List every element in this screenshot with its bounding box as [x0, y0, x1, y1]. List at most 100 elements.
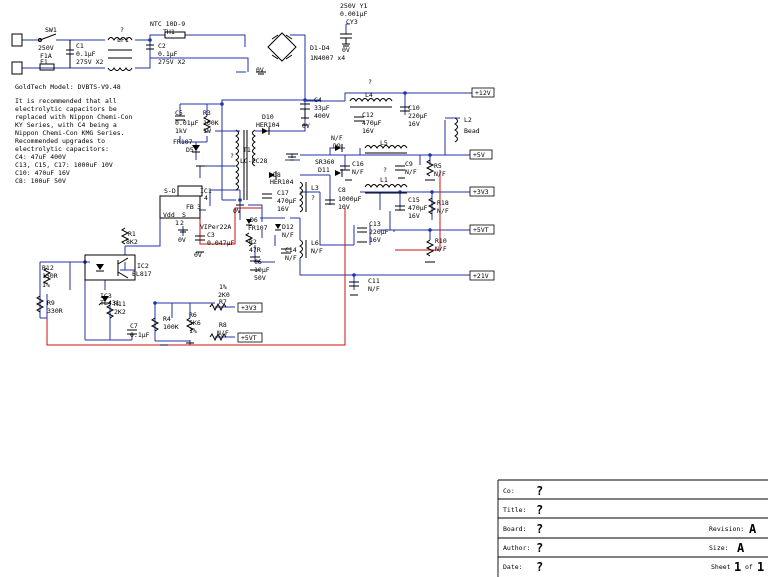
fb-5vt-label: +5VT [241, 334, 257, 342]
title-block: Co: ? Title: ? Board: ? Revision: A Auth… [497, 479, 768, 577]
c2-val-label: 0.1µF [158, 50, 178, 58]
zero-v-y-label: 0V [342, 46, 350, 54]
c6-label: C6 [254, 258, 262, 266]
r18-label: R18 [437, 199, 449, 207]
r7-label: R7 [219, 298, 227, 306]
note-line: electrolytic capacitors: [15, 145, 109, 153]
l1-label: L1 [380, 176, 388, 184]
co-label: Co: [503, 487, 515, 495]
title-label: Title: [503, 506, 526, 514]
revision-value: A [749, 522, 757, 536]
r12-label: R12 [42, 264, 54, 272]
capacitor-c17 [262, 193, 272, 199]
c2-label: C2 [158, 42, 166, 50]
c9-label: C9 [405, 160, 413, 168]
rail-p5vt: +5VT [469, 224, 495, 235]
l6-val-label: N/F [311, 247, 323, 255]
note-line: KY Series, with C4 being a [15, 121, 117, 129]
r2-label: R2 [249, 238, 257, 246]
c15-v-label: 16V [408, 212, 420, 220]
r3-w-label: 1W [203, 127, 211, 135]
c13-v-label: 16V [369, 236, 381, 244]
d6-part-label: FR107 [248, 224, 268, 232]
component-labels: SW1 250V F1A F1 C1 0.1µF 275V X2 LF1 ? N… [38, 2, 480, 339]
c4-label: C4 [314, 96, 322, 104]
c16-val-label: N/F [352, 168, 364, 176]
c6-val-label: 10µF [254, 266, 270, 274]
r12-val-label: 150R [42, 272, 58, 280]
c8-label: C8 [338, 186, 346, 194]
r9-val-label: 330R [47, 307, 63, 315]
d9-label: D9 [333, 142, 341, 150]
r8-label: R8 [219, 321, 227, 329]
ic2-label: IC2 [137, 262, 149, 270]
r4-label: R4 [163, 315, 171, 323]
q-l3-label: ? [311, 194, 315, 202]
author-value: ? [536, 541, 543, 555]
feedback-p3v3: +3V3 [237, 302, 263, 313]
mains-plug [11, 33, 23, 75]
note-line: C4: 47uF 400V [15, 153, 66, 161]
y1-val-label: 0.001µF [340, 10, 367, 18]
r3-label: R3 [203, 109, 211, 117]
revision-label: Revision: [709, 525, 744, 533]
c3-label: C3 [207, 231, 215, 239]
ground-symbols [160, 71, 435, 346]
d6-label: D6 [250, 216, 258, 224]
rail-p5v: +5V [469, 149, 493, 160]
board-value: ? [536, 522, 543, 536]
c16-label: C16 [352, 160, 364, 168]
sr360-label: SR360 [315, 158, 335, 166]
d5-label: D5 [186, 146, 194, 154]
l3-label: L3 [311, 184, 319, 192]
r1-val-label: 8K2 [126, 238, 138, 246]
r1-label: R1 [128, 230, 136, 238]
ntc-label: NTC 10D-9 [150, 20, 185, 28]
bridge-d1-d4 [267, 32, 297, 62]
s-d-label: S-D [164, 187, 176, 195]
c15-val-label: 470µF [408, 204, 428, 212]
sw1-label: SW1 [45, 26, 57, 34]
d1d4-part-label: 1N4007 x4 [310, 54, 345, 62]
r2-val-label: 47R [249, 246, 261, 254]
rail-p12v: +12V [471, 87, 495, 98]
c1-val-label: 0.1µF [76, 50, 96, 58]
author-label: Author: [503, 544, 530, 552]
l5-label: L5 [380, 139, 388, 147]
switch-sw1 [38, 33, 57, 42]
zero-v-bridge-label: 0V [256, 66, 264, 74]
c3-val-label: 0.047µF [207, 239, 234, 247]
c1-rating-label: 275V X2 [76, 58, 103, 66]
c10-v-label: 16V [408, 120, 420, 128]
capacitor-cy3 [340, 33, 352, 47]
pin2-label: 2 [180, 219, 184, 227]
note-line: It is recommended that all [15, 97, 117, 105]
feedback-p5vt: +5VT [237, 332, 263, 343]
inductor-l6 [299, 239, 307, 259]
c12-label: C12 [362, 111, 374, 119]
r5-label: R5 [434, 162, 442, 170]
c17-val-label: 470µF [277, 197, 297, 205]
p3v3-label: +3V3 [473, 188, 489, 196]
l6-label: L6 [311, 239, 319, 247]
d1d4-label: D1-D4 [310, 44, 330, 52]
capacitor-c13 [357, 227, 367, 233]
sheet-label: Sheet [711, 563, 731, 571]
c12-v-label: 16V [362, 127, 374, 135]
r12-tol-label: 1% [42, 281, 50, 289]
schematic-sheet: +12V +5V +3V3 +5VT +21V +3V3 +5VT GoldTe… [11, 2, 768, 577]
vdd-label: Vdd [163, 211, 175, 219]
c7-label: C7 [130, 322, 138, 330]
r11-label: R11 [114, 300, 126, 308]
c1-label: C1 [76, 42, 84, 50]
r4-val-label: 100K [163, 323, 179, 331]
r3-val-label: 100K [203, 119, 219, 127]
inductor-l3 [299, 181, 307, 213]
note-line: Recommended upgrades to [15, 137, 105, 145]
pin4-label: 4 [204, 194, 208, 202]
r7-tol-label: 1% [219, 283, 227, 291]
r10-label: R10 [435, 237, 447, 245]
title-value: ? [536, 503, 543, 517]
d11-label: D11 [318, 166, 330, 174]
q-l4-label: ? [368, 78, 372, 86]
